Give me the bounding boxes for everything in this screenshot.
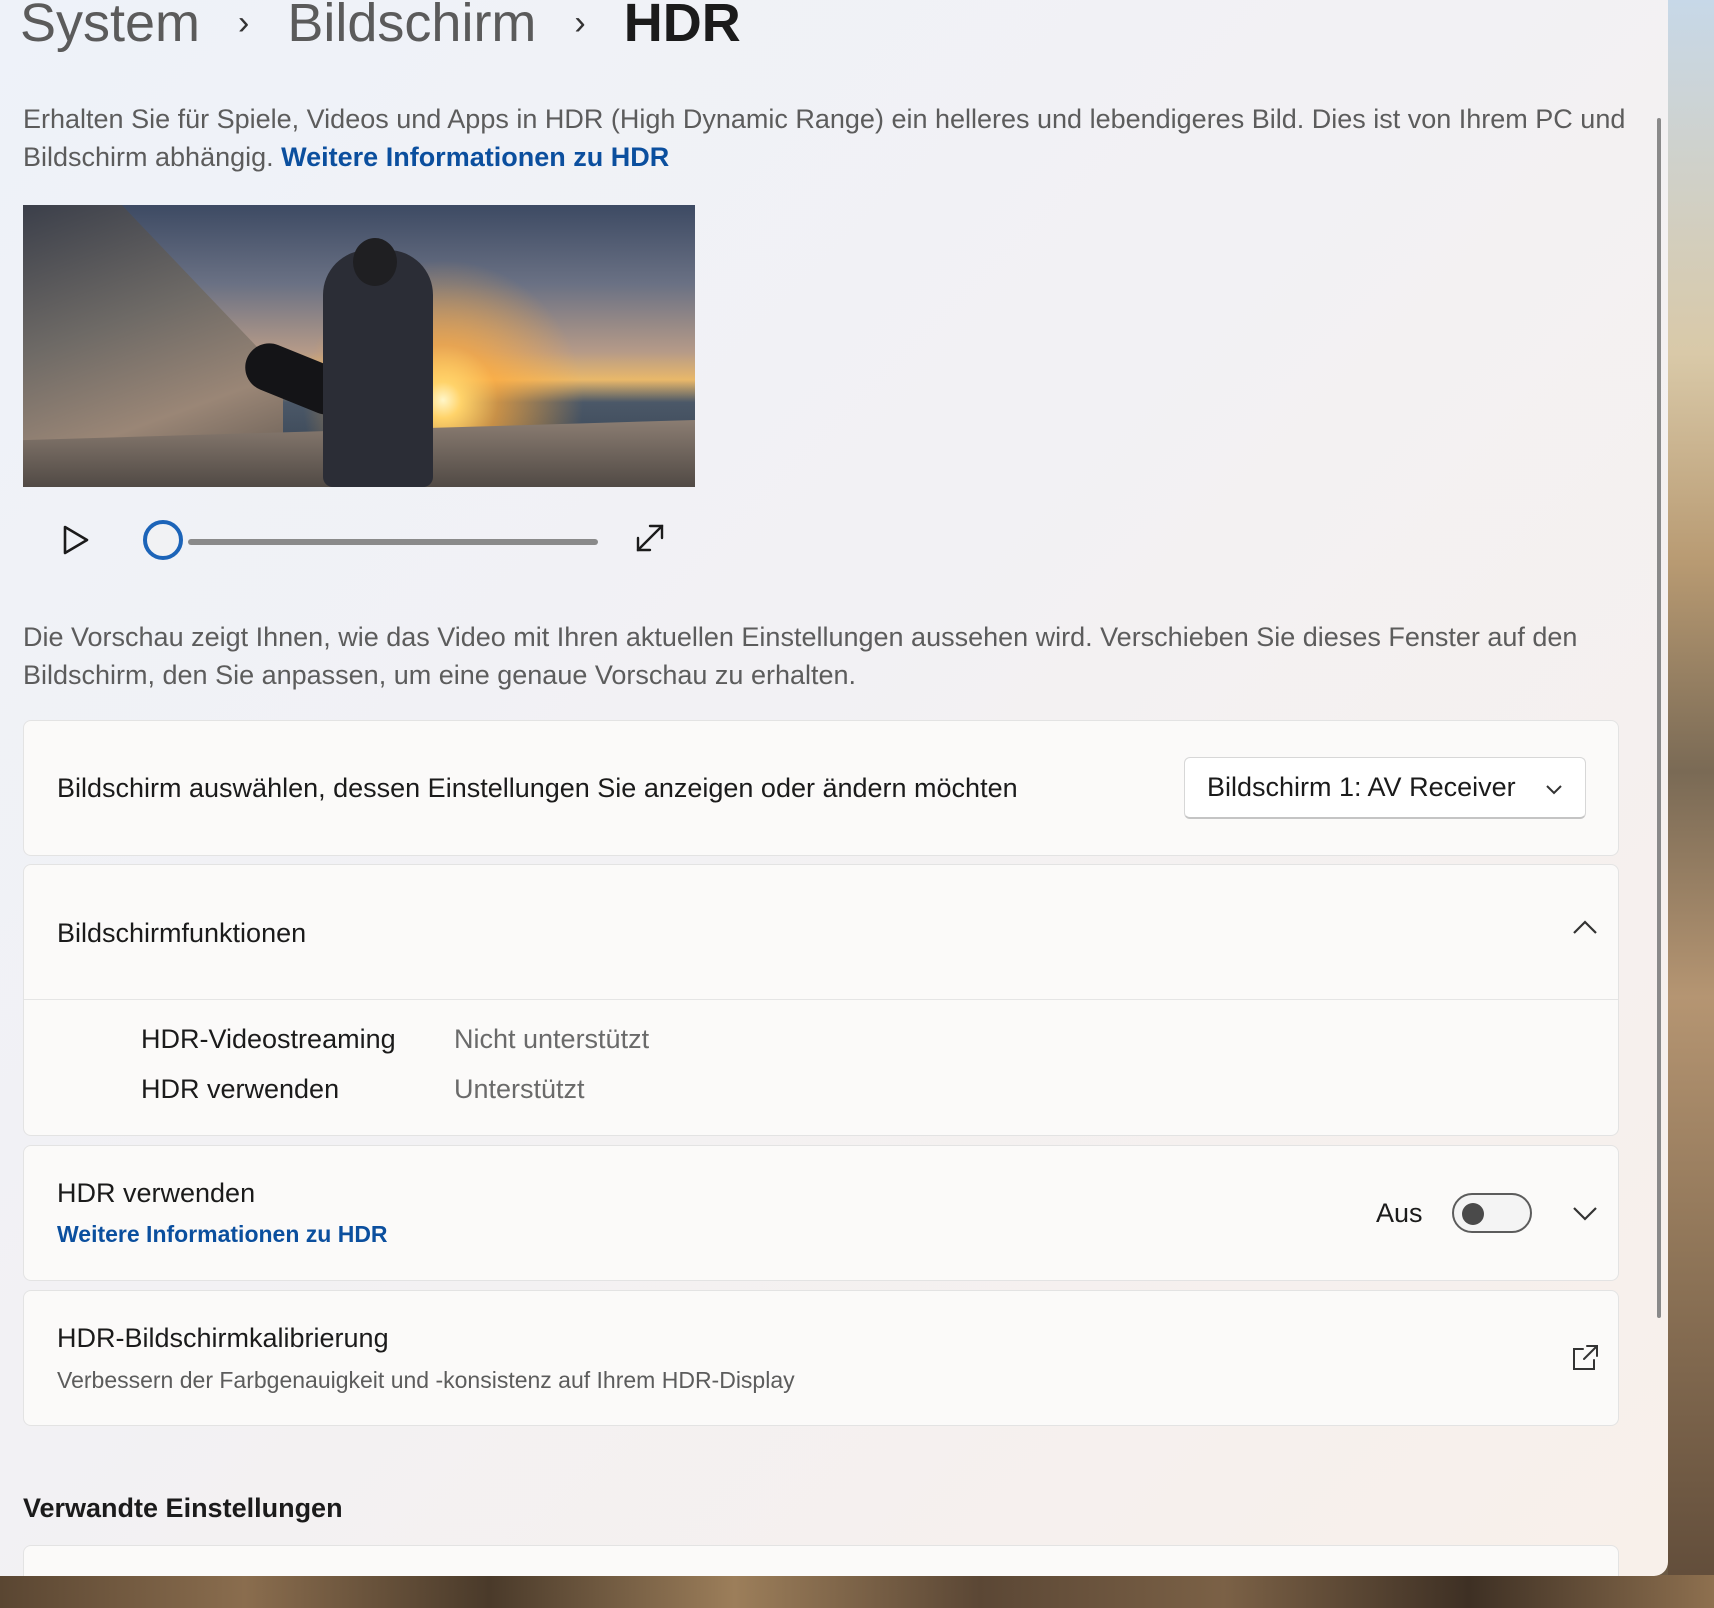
display-dropdown[interactable]: Bildschirm 1: AV Receiver: [1184, 757, 1586, 819]
feature-name-streaming: HDR-Videostreaming: [141, 1024, 396, 1055]
hdr-calibration-card[interactable]: HDR-Bildschirmkalibrierung Verbessern de…: [23, 1290, 1619, 1426]
related-settings-title: Verwandte Einstellungen: [23, 1493, 343, 1523]
feature-value-streaming: Nicht unterstützt: [454, 1024, 649, 1055]
settings-window: System › Bildschirm › HDR Erhalten Sie f…: [0, 0, 1668, 1576]
use-hdr-card[interactable]: HDR verwenden Weitere Informationen zu H…: [23, 1145, 1619, 1281]
toggle-knob: [1462, 1203, 1484, 1225]
intro-description: Erhalten Sie für Spiele, Videos und Apps…: [23, 104, 1626, 172]
preview-person: [323, 238, 433, 487]
display-dropdown-value: Bildschirm 1: AV Receiver: [1207, 772, 1516, 802]
seek-track[interactable]: [188, 539, 598, 545]
feature-value-hdr-text: Unterstützt: [454, 1074, 585, 1104]
page-title: HDR: [623, 0, 741, 53]
feature-value-streaming-text: Nicht unterstützt: [454, 1024, 650, 1054]
feature-name-hdr-text: HDR verwenden: [141, 1074, 340, 1104]
breadcrumb-bildschirm[interactable]: Bildschirm: [287, 0, 536, 54]
feature-value-hdr: Unterstützt: [454, 1074, 585, 1105]
video-controls: [23, 490, 695, 585]
calibration-subtitle: Verbessern der Farbgenauigkeit und -kons…: [57, 1367, 795, 1393]
feature-name-streaming-text: HDR-Videostreaming: [141, 1024, 396, 1054]
related-settings-card[interactable]: [23, 1545, 1619, 1576]
use-hdr-title: HDR verwenden: [57, 1178, 256, 1208]
chevron-right-icon: ›: [574, 3, 586, 42]
calibration-title: HDR-Bildschirmkalibrierung: [57, 1323, 389, 1353]
capabilities-card: Bildschirmfunktionen HDR-Videostreaming …: [23, 864, 1619, 1136]
external-link-icon[interactable]: [1570, 1343, 1600, 1373]
hdr-info-link[interactable]: Weitere Informationen zu HDR: [281, 142, 669, 172]
preview-person-head: [353, 238, 397, 286]
chevron-right-icon: ›: [238, 3, 250, 42]
feature-name-hdr: HDR verwenden: [141, 1074, 339, 1105]
seek-thumb[interactable]: [143, 520, 183, 560]
toggle-state-label: Aus: [1376, 1198, 1423, 1228]
capabilities-divider: [24, 999, 1618, 1000]
chevron-up-icon[interactable]: [1570, 913, 1600, 943]
hdr-preview-video: [23, 205, 695, 487]
desktop-wallpaper-bottom: [0, 1575, 1714, 1608]
display-select-label: Bildschirm auswählen, dessen Einstellung…: [57, 773, 1018, 803]
hdr-toggle[interactable]: [1452, 1193, 1532, 1233]
breadcrumb-system[interactable]: System: [20, 0, 200, 54]
chevron-down-icon[interactable]: [1570, 1198, 1600, 1228]
play-icon[interactable]: [55, 520, 95, 560]
desktop-wallpaper: [1668, 0, 1714, 1608]
breadcrumb: System › Bildschirm › HDR: [20, 0, 741, 58]
capabilities-title: Bildschirmfunktionen: [57, 918, 307, 948]
preview-note: Die Vorschau zeigt Ihnen, wie das Video …: [23, 622, 1578, 690]
scrollbar[interactable]: [1657, 118, 1661, 1318]
chevron-down-icon: [1546, 785, 1562, 795]
fullscreen-icon[interactable]: [630, 518, 670, 558]
display-select-card: Bildschirm auswählen, dessen Einstellung…: [23, 720, 1619, 856]
intro-text: Erhalten Sie für Spiele, Videos und Apps…: [23, 100, 1633, 176]
use-hdr-info-link[interactable]: Weitere Informationen zu HDR: [57, 1221, 388, 1248]
